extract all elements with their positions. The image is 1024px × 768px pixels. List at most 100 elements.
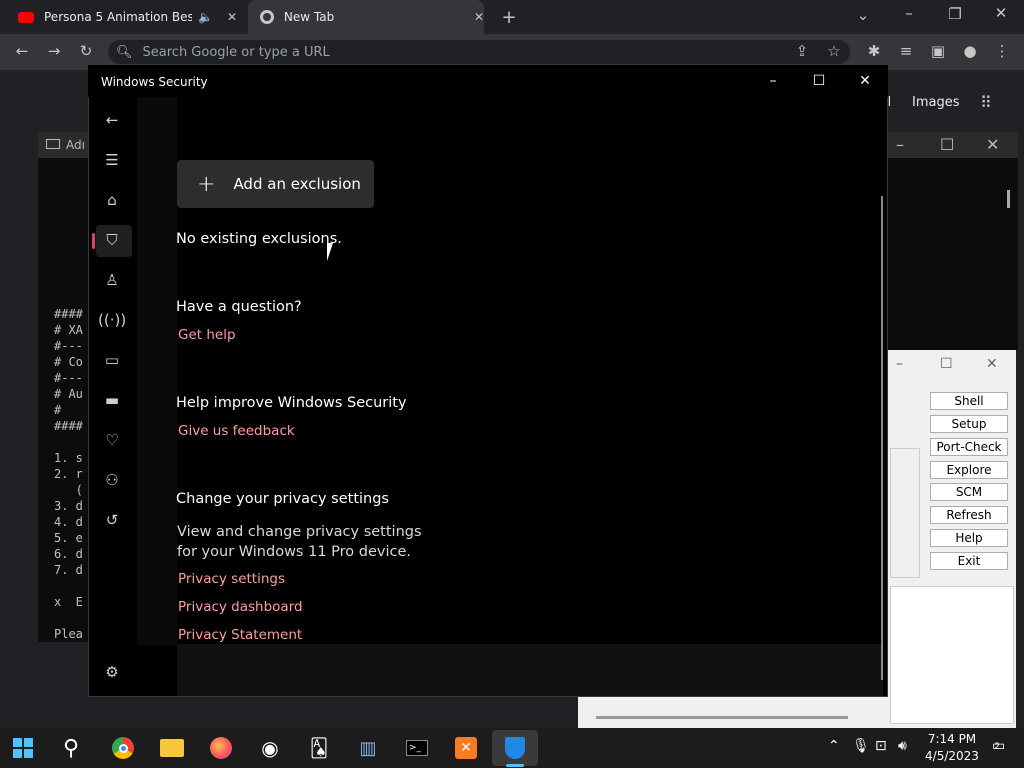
search-icon: 🔍︎ bbox=[116, 44, 133, 60]
add-exclusion-label: Add an exclusion bbox=[233, 175, 361, 193]
tab-youtube[interactable]: Persona 5 Animation Best M 🔈 ✕ bbox=[8, 0, 244, 34]
forward-icon[interactable]: → bbox=[44, 42, 64, 60]
privacy-description-line1: View and change privacy settings bbox=[177, 524, 422, 540]
volume-icon[interactable]: 🔊︎ bbox=[898, 738, 907, 754]
home-icon[interactable]: ⌂ bbox=[98, 186, 126, 214]
device-icon[interactable]: ▬ bbox=[98, 386, 126, 414]
xampp-explore-button[interactable]: Explore bbox=[930, 461, 1008, 479]
close-tab-icon[interactable]: ✕ bbox=[227, 10, 237, 24]
solitaire-icon[interactable]: 🂡 bbox=[302, 733, 336, 763]
xampp-setup-button[interactable]: Setup bbox=[930, 415, 1008, 433]
xampp-modules-frame bbox=[890, 448, 920, 578]
cmd-icon bbox=[46, 139, 60, 149]
notification-count: 2 bbox=[994, 742, 1000, 752]
settings-icon[interactable]: ⚙ bbox=[98, 658, 126, 686]
active-app-indicator bbox=[506, 764, 524, 767]
privacy-description-line2: for your Windows 11 Pro device. bbox=[177, 544, 412, 560]
omnibox-placeholder: Search Google or type a URL bbox=[142, 44, 330, 60]
restore-icon[interactable]: ❐ bbox=[944, 5, 966, 23]
windows-start-icon[interactable] bbox=[6, 733, 40, 763]
xampp-scm-button[interactable]: SCM bbox=[930, 483, 1008, 501]
microphone-icon[interactable]: 🎙︎ bbox=[852, 738, 870, 754]
apps-grid-icon[interactable]: ⠿ bbox=[980, 93, 1000, 112]
health-icon[interactable]: ♡ bbox=[98, 426, 126, 454]
back-icon[interactable]: ← bbox=[12, 42, 32, 60]
cmd-title: Adı bbox=[66, 138, 85, 152]
person-icon[interactable]: ♙ bbox=[98, 266, 126, 294]
plus-icon: + bbox=[197, 171, 216, 197]
horizontal-scrollbar[interactable] bbox=[596, 716, 848, 719]
content-scrollbar[interactable] bbox=[881, 196, 883, 680]
firefox-icon[interactable] bbox=[204, 733, 238, 763]
share-icon[interactable]: ⇪ bbox=[792, 42, 812, 60]
privacy-statement-link[interactable]: Privacy Statement bbox=[178, 627, 302, 643]
tab-title: New Tab bbox=[283, 10, 335, 24]
reload-icon[interactable]: ↻ bbox=[76, 42, 96, 60]
terminal-icon[interactable]: >_ bbox=[400, 733, 434, 763]
windows-security-icon[interactable] bbox=[492, 730, 538, 766]
maximize-icon[interactable]: ☐ bbox=[796, 66, 842, 96]
hamburger-icon[interactable]: ☰ bbox=[98, 146, 126, 174]
minimize-icon[interactable]: – bbox=[750, 66, 796, 96]
close-icon[interactable]: ✕ bbox=[842, 66, 888, 96]
mouse-cursor-icon bbox=[327, 243, 339, 261]
tab-search-icon[interactable]: ⌄ bbox=[852, 6, 874, 24]
xampp-help-button[interactable]: Help bbox=[930, 529, 1008, 547]
nav-gutter bbox=[137, 97, 177, 645]
app-browser-icon[interactable]: ▭ bbox=[98, 346, 126, 374]
taskbar-clock[interactable]: 7:14 PM 4/5/2023 bbox=[924, 731, 980, 765]
omnibox[interactable]: 🔍︎ Search Google or type a URL bbox=[108, 40, 850, 64]
notifications-icon[interactable]: ▭2 bbox=[992, 738, 1011, 754]
profile-icon[interactable]: ● bbox=[960, 42, 980, 60]
chevron-up-icon[interactable]: ⌃ bbox=[828, 738, 840, 754]
clock-time: 7:14 PM bbox=[927, 732, 977, 746]
add-exclusion-button[interactable]: + Add an exclusion bbox=[177, 160, 374, 208]
close-tab-icon[interactable]: ✕ bbox=[474, 10, 484, 24]
new-tab-icon[interactable]: + bbox=[498, 7, 520, 28]
family-icon[interactable]: ⚇ bbox=[98, 466, 126, 494]
side-panel-icon[interactable]: ▣ bbox=[928, 42, 948, 60]
tab-title: Persona 5 Animation Best M bbox=[44, 10, 192, 24]
nav-selected-indicator bbox=[92, 233, 95, 249]
get-help-link[interactable]: Get help bbox=[178, 327, 236, 343]
bookmark-star-icon[interactable]: ☆ bbox=[824, 42, 844, 60]
xampp-icon[interactable]: ✕ bbox=[449, 733, 483, 763]
no-exclusions-text: No existing exclusions. bbox=[176, 231, 342, 247]
notebook-icon[interactable]: ▥ bbox=[351, 733, 385, 763]
network-icon[interactable]: ⊡ bbox=[875, 738, 887, 754]
xampp-log-area[interactable] bbox=[890, 586, 1014, 724]
scrollbar[interactable] bbox=[1007, 190, 1010, 208]
network-icon[interactable]: ((·)) bbox=[98, 306, 126, 334]
audio-icon[interactable]: 🔈 bbox=[198, 10, 213, 24]
maximize-icon[interactable]: ☐ bbox=[940, 356, 953, 372]
search-icon[interactable]: ⚲ bbox=[54, 733, 88, 763]
close-icon[interactable]: ✕ bbox=[990, 4, 1012, 22]
privacy-dashboard-link[interactable]: Privacy dashboard bbox=[178, 599, 303, 615]
minimize-icon[interactable]: – bbox=[898, 4, 920, 22]
tab-new-tab[interactable]: New Tab ✕ bbox=[248, 0, 484, 34]
ntp-images-link[interactable]: Images bbox=[912, 95, 960, 110]
minimize-icon[interactable]: – bbox=[896, 356, 903, 372]
minimize-icon[interactable]: – bbox=[896, 135, 904, 154]
shield-icon[interactable]: ⛉ bbox=[98, 226, 126, 254]
extensions-icon[interactable]: ✱ bbox=[864, 42, 884, 60]
chrome-icon[interactable] bbox=[106, 733, 140, 763]
menu-icon[interactable]: ⋮ bbox=[992, 42, 1012, 60]
close-icon[interactable]: ✕ bbox=[986, 135, 999, 154]
xampp-exit-button[interactable]: Exit bbox=[930, 552, 1008, 570]
xampp-shell-button[interactable]: Shell bbox=[930, 392, 1008, 410]
cmd-window-right bbox=[888, 132, 1018, 350]
xampp-port-check-button[interactable]: Port-Check bbox=[930, 438, 1008, 456]
xampp-refresh-button[interactable]: Refresh bbox=[930, 506, 1008, 524]
maximize-icon[interactable]: ☐ bbox=[940, 135, 954, 154]
history-icon[interactable]: ↺ bbox=[98, 506, 126, 534]
media-icon[interactable]: ≡ bbox=[896, 42, 916, 60]
privacy-settings-link[interactable]: Privacy settings bbox=[178, 571, 285, 587]
give-feedback-link[interactable]: Give us feedback bbox=[178, 423, 295, 439]
obs-icon[interactable]: ◉ bbox=[253, 733, 287, 763]
back-icon[interactable]: ← bbox=[98, 106, 126, 134]
improve-heading: Help improve Windows Security bbox=[176, 395, 407, 411]
close-icon[interactable]: ✕ bbox=[986, 356, 998, 372]
file-explorer-icon[interactable] bbox=[155, 733, 189, 763]
privacy-heading: Change your privacy settings bbox=[176, 491, 389, 507]
